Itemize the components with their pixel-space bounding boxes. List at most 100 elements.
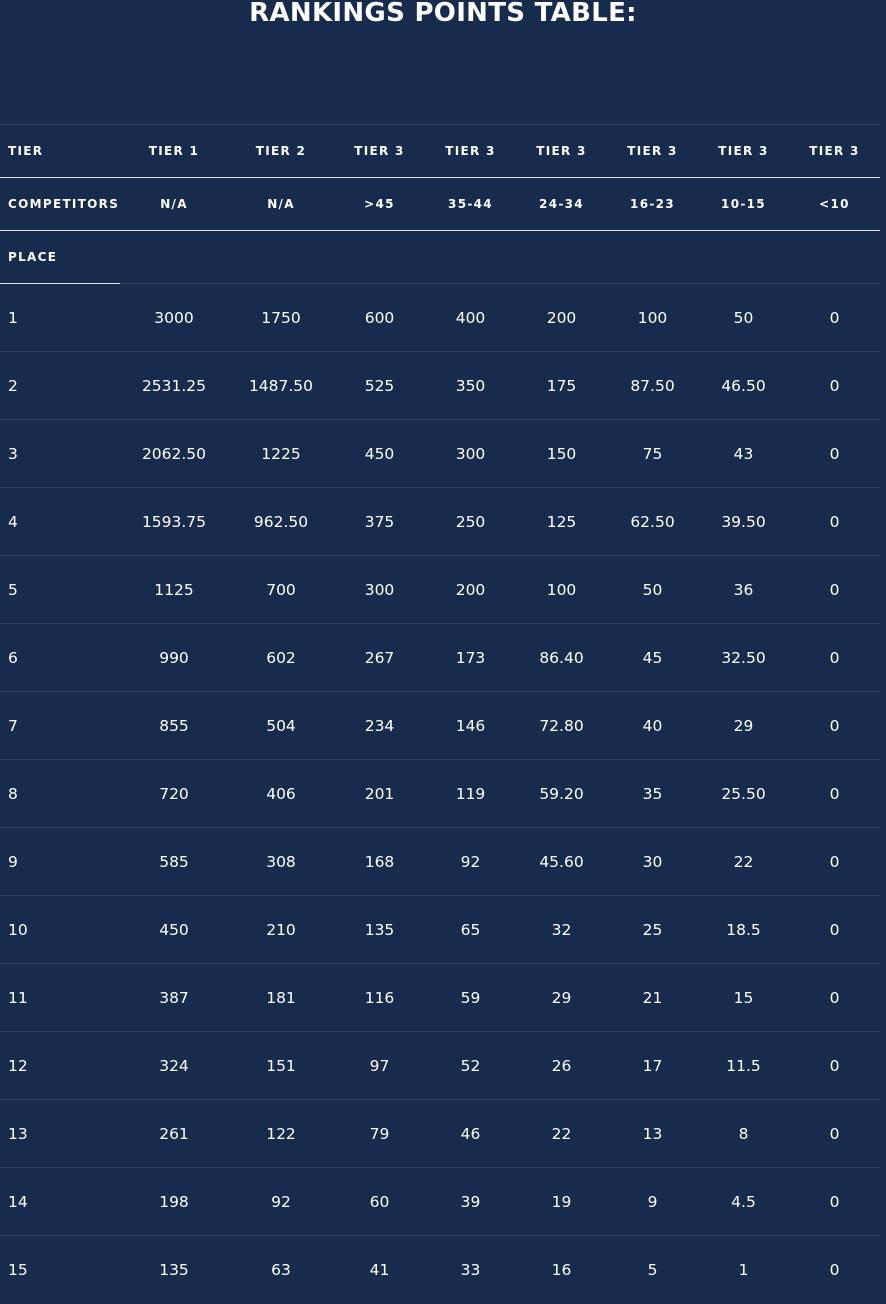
empty-cell — [228, 230, 334, 284]
points-cell: 200 — [425, 555, 516, 624]
points-cell: 2062.50 — [120, 419, 228, 488]
points-cell: 0 — [789, 419, 880, 488]
points-cell: 4.5 — [698, 1167, 789, 1236]
points-cell: 100 — [516, 555, 607, 624]
points-cell: 35 — [607, 759, 698, 828]
points-cell: 32.50 — [698, 623, 789, 692]
points-cell: 30 — [607, 827, 698, 896]
points-cell: 22 — [516, 1099, 607, 1168]
place-cell: 3 — [0, 419, 120, 488]
points-cell: 50 — [698, 283, 789, 352]
competitors-cell: 35-44 — [425, 177, 516, 231]
table-row: 1 3000 1750 600 400 200 100 50 0 — [0, 283, 880, 352]
tier-header-cell: TIER 3 — [698, 124, 789, 178]
points-cell: 0 — [789, 487, 880, 556]
points-cell: 267 — [334, 623, 425, 692]
table-row: 5 1125 700 300 200 100 50 36 0 — [0, 555, 880, 624]
table-row: 9 585 308 168 92 45.60 30 22 0 — [0, 827, 880, 896]
tier-header-cell: TIER 3 — [789, 124, 880, 178]
points-cell: 324 — [120, 1031, 228, 1100]
points-cell: 0 — [789, 963, 880, 1032]
points-cell: 504 — [228, 691, 334, 760]
points-cell: 525 — [334, 351, 425, 420]
place-cell: 8 — [0, 759, 120, 828]
page-title: RANKINGS POINTS TABLE: — [249, 0, 637, 28]
table-row: 12 324 151 97 52 26 17 11.5 0 — [0, 1031, 880, 1100]
points-cell: 146 — [425, 691, 516, 760]
points-cell: 585 — [120, 827, 228, 896]
empty-cell — [120, 230, 228, 284]
table-row: 15 135 63 41 33 16 5 1 0 — [0, 1236, 880, 1304]
points-cell: 63 — [271, 1260, 291, 1279]
empty-cell — [607, 230, 698, 284]
tier-header-cell: TIER 3 — [334, 124, 425, 178]
points-cell: 0 — [789, 895, 880, 964]
place-cell: 12 — [0, 1031, 120, 1100]
points-cell: 1125 — [120, 555, 228, 624]
points-cell: 1 — [738, 1260, 749, 1279]
points-cell: 119 — [425, 759, 516, 828]
points-cell: 300 — [334, 555, 425, 624]
points-cell: 45 — [607, 623, 698, 692]
points-cell: 59.20 — [516, 759, 607, 828]
empty-cell — [698, 230, 789, 284]
points-cell: 25.50 — [698, 759, 789, 828]
empty-cell — [334, 230, 425, 284]
tier-header-row: TIER TIER 1 TIER 2 TIER 3 TIER 3 TIER 3 … — [0, 124, 880, 178]
place-cell: 1 — [0, 283, 120, 352]
points-cell: 1750 — [228, 283, 334, 352]
points-cell: 210 — [228, 895, 334, 964]
points-cell: 198 — [120, 1167, 228, 1236]
points-cell: 16 — [551, 1260, 572, 1279]
place-cell: 9 — [0, 827, 120, 896]
competitors-cell: 16-23 — [607, 177, 698, 231]
points-cell: 72.80 — [516, 691, 607, 760]
points-cell: 201 — [334, 759, 425, 828]
tier-label: TIER — [0, 124, 120, 178]
competitors-cell: 10-15 — [698, 177, 789, 231]
points-cell: 62.50 — [607, 487, 698, 556]
points-cell: 0 — [789, 1167, 880, 1236]
points-cell: 151 — [228, 1031, 334, 1100]
points-cell: 19 — [516, 1167, 607, 1236]
points-cell: 13 — [607, 1099, 698, 1168]
competitors-cell: N/A — [120, 177, 228, 231]
empty-cell — [516, 230, 607, 284]
place-cell: 13 — [0, 1099, 120, 1168]
place-cell: 10 — [0, 895, 120, 964]
points-cell: 0 — [789, 1099, 880, 1168]
points-cell: 50 — [607, 555, 698, 624]
points-cell: 0 — [829, 1260, 840, 1279]
points-cell: 59 — [425, 963, 516, 1032]
points-cell: 200 — [516, 283, 607, 352]
points-cell: 700 — [228, 555, 334, 624]
points-cell: 0 — [789, 623, 880, 692]
points-cell: 8 — [698, 1099, 789, 1168]
points-cell: 18.5 — [698, 895, 789, 964]
points-cell: 25 — [607, 895, 698, 964]
table-row: 6 990 602 267 173 86.40 45 32.50 0 — [0, 623, 880, 692]
points-cell: 87.50 — [607, 351, 698, 420]
competitors-cell: >45 — [334, 177, 425, 231]
points-cell: 0 — [789, 555, 880, 624]
points-cell: 39.50 — [698, 487, 789, 556]
points-cell: 990 — [120, 623, 228, 692]
table-row: 7 855 504 234 146 72.80 40 29 0 — [0, 691, 880, 760]
points-cell: 0 — [789, 351, 880, 420]
points-cell: 450 — [334, 419, 425, 488]
empty-cell — [789, 230, 880, 284]
points-cell: 11.5 — [698, 1031, 789, 1100]
competitors-cell: N/A — [228, 177, 334, 231]
table-row: 2 2531.25 1487.50 525 350 175 87.50 46.50 0 — [0, 351, 880, 420]
table-row: 3 2062.50 1225 450 300 150 75 43 0 — [0, 419, 880, 488]
points-cell: 29 — [516, 963, 607, 1032]
place-cell: 15 — [8, 1260, 28, 1279]
table-row: 4 1593.75 962.50 375 250 125 62.50 39.50 0 — [0, 487, 880, 556]
points-cell: 43 — [698, 419, 789, 488]
points-cell: 52 — [425, 1031, 516, 1100]
points-cell: 308 — [228, 827, 334, 896]
table-row: 8 720 406 201 119 59.20 35 25.50 0 — [0, 759, 880, 828]
points-cell: 250 — [425, 487, 516, 556]
points-cell: 122 — [228, 1099, 334, 1168]
points-cell: 65 — [425, 895, 516, 964]
